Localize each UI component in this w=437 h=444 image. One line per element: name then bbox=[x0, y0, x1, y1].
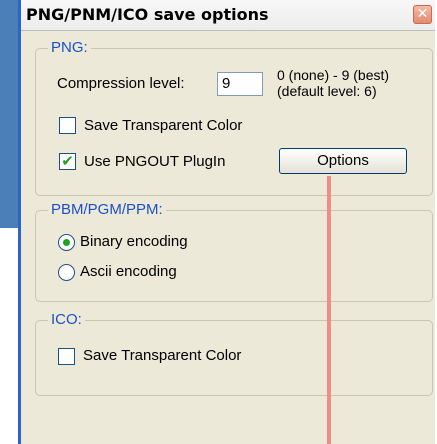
range-hint-line-1: 0 (none) - 9 (best) bbox=[277, 67, 390, 83]
check-icon: ✔ bbox=[61, 152, 74, 170]
binary-encoding-label[interactable]: Binary encoding bbox=[80, 233, 188, 250]
png-save-transparent-label[interactable]: Save Transparent Color bbox=[84, 117, 242, 134]
ico-group-legend: ICO: bbox=[48, 311, 85, 328]
png-save-transparent-checkbox[interactable] bbox=[59, 117, 76, 134]
save-options-dialog: PNG/PNM/ICO save options ✕ PNG: Compress… bbox=[18, 0, 435, 444]
use-pngout-label[interactable]: Use PNGOUT PlugIn bbox=[84, 153, 225, 170]
ico-save-transparent-checkbox[interactable] bbox=[58, 348, 75, 365]
pnm-group: PBM/PGM/PPM: bbox=[35, 201, 433, 302]
close-icon: ✕ bbox=[416, 6, 429, 22]
ascii-encoding-radio[interactable] bbox=[58, 264, 75, 281]
compression-level-input[interactable]: 9 bbox=[217, 72, 263, 96]
ico-save-transparent-label[interactable]: Save Transparent Color bbox=[83, 347, 241, 364]
compression-level-label: Compression level: bbox=[57, 75, 185, 92]
ascii-encoding-label[interactable]: Ascii encoding bbox=[80, 263, 177, 280]
png-group-legend: PNG: bbox=[48, 39, 91, 56]
highlight-marker bbox=[327, 176, 331, 444]
range-hint-line-2: (default level: 6) bbox=[277, 83, 377, 99]
dialog-title: PNG/PNM/ICO save options bbox=[26, 5, 269, 24]
close-button[interactable]: ✕ bbox=[413, 5, 432, 24]
background-window-strip bbox=[0, 0, 18, 228]
title-bar[interactable]: PNG/PNM/ICO save options ✕ bbox=[21, 0, 435, 31]
binary-encoding-radio[interactable] bbox=[58, 234, 75, 251]
options-button[interactable]: Options bbox=[279, 148, 407, 174]
pnm-group-legend: PBM/PGM/PPM: bbox=[48, 201, 166, 218]
compression-range-hint: 0 (none) - 9 (best) (default level: 6) bbox=[277, 67, 389, 99]
background-window-area bbox=[0, 228, 18, 444]
use-pngout-checkbox[interactable]: ✔ bbox=[59, 153, 76, 170]
